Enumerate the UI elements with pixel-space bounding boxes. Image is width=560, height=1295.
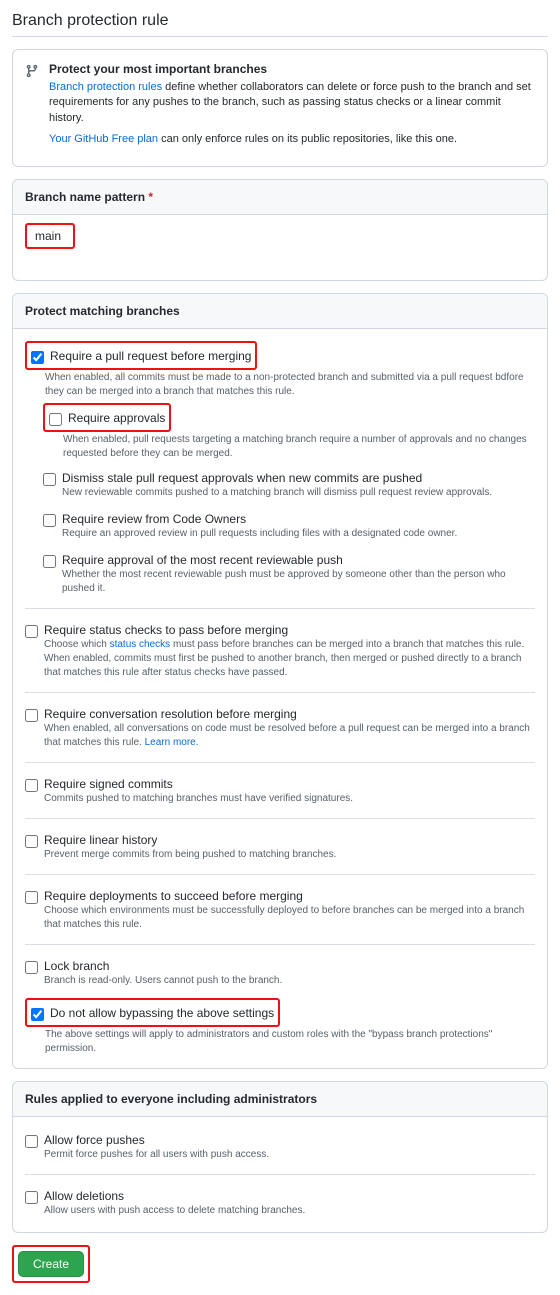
label-require-pr: Require a pull request before merging bbox=[50, 349, 251, 363]
desc-lock: Branch is read-only. Users cannot push t… bbox=[44, 974, 535, 988]
protect-panel: Protect matching branches Require a pull… bbox=[12, 293, 548, 1069]
label-deletions: Allow deletions bbox=[44, 1189, 535, 1203]
info-heading: Protect your most important branches bbox=[49, 62, 535, 76]
desc-deployments: Choose which environments must be succes… bbox=[44, 904, 535, 932]
checkbox-status-checks[interactable] bbox=[25, 625, 38, 638]
page-title: Branch protection rule bbox=[12, 12, 548, 37]
divider bbox=[25, 818, 535, 819]
divider bbox=[25, 608, 535, 609]
divider bbox=[25, 692, 535, 693]
checkbox-bypass[interactable] bbox=[31, 1008, 44, 1021]
desc-last-push: Whether the most recent reviewable push … bbox=[62, 568, 535, 596]
rule-deletions: Allow deletions Allow users with push ac… bbox=[25, 1185, 535, 1220]
pattern-label-text: Branch name pattern bbox=[25, 190, 145, 204]
protect-header: Protect matching branches bbox=[13, 294, 547, 329]
branch-icon bbox=[25, 64, 39, 154]
desc-dismiss-stale: New reviewable commits pushed to a match… bbox=[62, 486, 535, 500]
rule-require-approvals: Require approvals bbox=[49, 407, 165, 428]
divider bbox=[25, 762, 535, 763]
rule-lock: Lock branch Branch is read-only. Users c… bbox=[25, 955, 535, 990]
label-deployments: Require deployments to succeed before me… bbox=[44, 889, 535, 903]
rule-last-push: Require approval of the most recent revi… bbox=[43, 549, 535, 598]
desc-linear: Prevent merge commits from being pushed … bbox=[44, 848, 535, 862]
rule-conversation: Require conversation resolution before m… bbox=[25, 703, 535, 752]
checkbox-code-owners[interactable] bbox=[43, 514, 56, 527]
checkbox-deployments[interactable] bbox=[25, 891, 38, 904]
branch-name-input-bg bbox=[25, 244, 535, 268]
checkbox-linear[interactable] bbox=[25, 835, 38, 848]
desc-code-owners: Require an approved review in pull reque… bbox=[62, 527, 535, 541]
desc-force-push: Permit force pushes for all users with p… bbox=[44, 1148, 535, 1162]
github-plan-link[interactable]: Your GitHub Free plan bbox=[49, 133, 158, 145]
label-code-owners: Require review from Code Owners bbox=[62, 512, 535, 526]
label-bypass: Do not allow bypassing the above setting… bbox=[50, 1006, 274, 1020]
desc-signed: Commits pushed to matching branches must… bbox=[44, 792, 535, 806]
learn-more-link[interactable]: Learn more. bbox=[145, 737, 199, 748]
checkbox-require-pr[interactable] bbox=[31, 351, 44, 364]
desc-bypass: The above settings will apply to adminis… bbox=[45, 1028, 535, 1056]
info-panel: Protect your most important branches Bra… bbox=[12, 49, 548, 167]
rule-force-push: Allow force pushes Permit force pushes f… bbox=[25, 1129, 535, 1164]
label-dismiss-stale: Dismiss stale pull request approvals whe… bbox=[62, 471, 535, 485]
label-signed: Require signed commits bbox=[44, 777, 535, 791]
desc-status-pre: Choose which bbox=[44, 639, 110, 650]
label-last-push: Require approval of the most recent revi… bbox=[62, 553, 535, 567]
admin-panel: Rules applied to everyone including admi… bbox=[12, 1081, 548, 1233]
label-status-checks: Require status checks to pass before mer… bbox=[44, 623, 535, 637]
checkbox-deletions[interactable] bbox=[25, 1191, 38, 1204]
rule-dismiss-stale: Dismiss stale pull request approvals whe… bbox=[43, 467, 535, 502]
desc-require-approvals: When enabled, pull requests targeting a … bbox=[63, 433, 535, 461]
checkbox-last-push[interactable] bbox=[43, 555, 56, 568]
branch-protection-rules-link[interactable]: Branch protection rules bbox=[49, 81, 162, 93]
create-button[interactable]: Create bbox=[18, 1251, 84, 1277]
checkbox-dismiss-stale[interactable] bbox=[43, 473, 56, 486]
rule-code-owners: Require review from Code Owners Require … bbox=[43, 508, 535, 543]
desc-conversation: When enabled, all conversations on code … bbox=[44, 722, 535, 750]
label-force-push: Allow force pushes bbox=[44, 1133, 535, 1147]
checkbox-force-push[interactable] bbox=[25, 1135, 38, 1148]
rule-status-checks: Require status checks to pass before mer… bbox=[25, 619, 535, 682]
rule-signed: Require signed commits Commits pushed to… bbox=[25, 773, 535, 808]
info-text-1: Branch protection rules define whether c… bbox=[49, 80, 535, 126]
rule-linear: Require linear history Prevent merge com… bbox=[25, 829, 535, 864]
label-conversation: Require conversation resolution before m… bbox=[44, 707, 535, 721]
required-asterisk: * bbox=[148, 190, 153, 204]
desc-status-checks: Choose which status checks must pass bef… bbox=[44, 638, 535, 680]
divider bbox=[25, 944, 535, 945]
admin-header: Rules applied to everyone including admi… bbox=[13, 1082, 547, 1117]
desc-deletions: Allow users with push access to delete m… bbox=[44, 1204, 535, 1218]
checkbox-lock[interactable] bbox=[25, 961, 38, 974]
label-lock: Lock branch bbox=[44, 959, 535, 973]
checkbox-require-approvals[interactable] bbox=[49, 413, 62, 426]
info-text-2: Your GitHub Free plan can only enforce r… bbox=[49, 132, 535, 147]
desc-require-pr: When enabled, all commits must be made t… bbox=[45, 371, 535, 399]
label-linear: Require linear history bbox=[44, 833, 535, 847]
rule-deployments: Require deployments to succeed before me… bbox=[25, 885, 535, 934]
desc-conversation-text: When enabled, all conversations on code … bbox=[44, 723, 530, 748]
rule-require-pr: Require a pull request before merging bbox=[31, 345, 251, 366]
info-text-2-rest: can only enforce rules on its public rep… bbox=[158, 133, 457, 145]
divider bbox=[25, 874, 535, 875]
divider bbox=[25, 1174, 535, 1175]
label-require-approvals: Require approvals bbox=[68, 411, 165, 425]
rule-bypass: Do not allow bypassing the above setting… bbox=[31, 1002, 274, 1023]
checkbox-signed[interactable] bbox=[25, 779, 38, 792]
branch-name-input[interactable] bbox=[27, 225, 73, 247]
pattern-panel: Branch name pattern * bbox=[12, 179, 548, 281]
checkbox-conversation[interactable] bbox=[25, 709, 38, 722]
status-checks-link[interactable]: status checks bbox=[110, 639, 171, 650]
pattern-label: Branch name pattern * bbox=[13, 180, 547, 215]
